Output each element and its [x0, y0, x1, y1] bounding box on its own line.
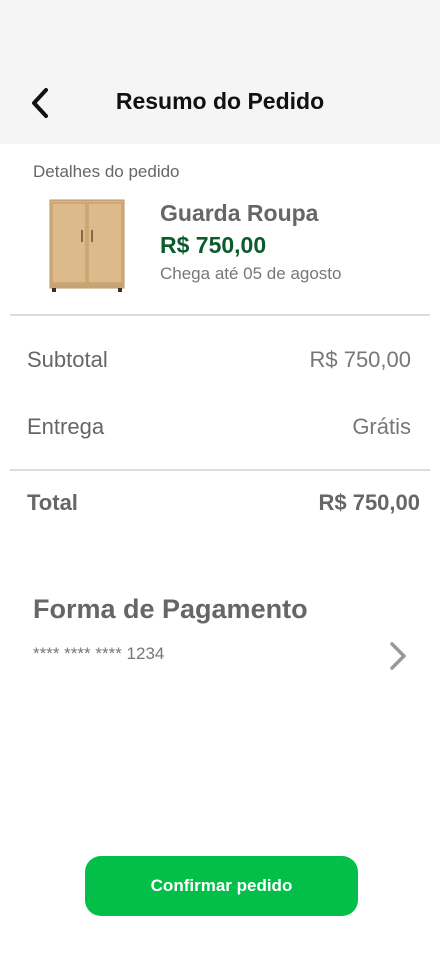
confirm-order-button[interactable]: Confirmar pedido — [85, 856, 358, 916]
chevron-right-icon — [390, 642, 406, 670]
wardrobe-image — [49, 199, 125, 292]
page-title: Resumo do Pedido — [115, 88, 325, 114]
delivery-value: Grátis — [352, 414, 411, 439]
payment-method-title: Forma de Pagamento — [33, 594, 308, 624]
card-number: **** **** **** 1234 — [33, 644, 165, 663]
delivery-estimate: Chega até 05 de agosto — [160, 264, 342, 283]
subtotal-label: Subtotal — [27, 347, 108, 372]
payment-method-selector[interactable]: **** **** **** 1234 — [33, 636, 413, 676]
total-value: R$ 750,00 — [318, 490, 420, 515]
delivery-label: Entrega — [27, 414, 105, 439]
product-image — [28, 190, 138, 302]
divider — [10, 314, 430, 316]
divider — [10, 469, 430, 471]
product-name: Guarda Roupa — [160, 200, 319, 226]
subtotal-value: R$ 750,00 — [309, 347, 411, 372]
order-details-label: Detalhes do pedido — [33, 162, 180, 181]
total-label: Total — [27, 490, 78, 515]
top-bar: Resumo do Pedido — [0, 0, 440, 144]
product-price: R$ 750,00 — [160, 232, 267, 258]
